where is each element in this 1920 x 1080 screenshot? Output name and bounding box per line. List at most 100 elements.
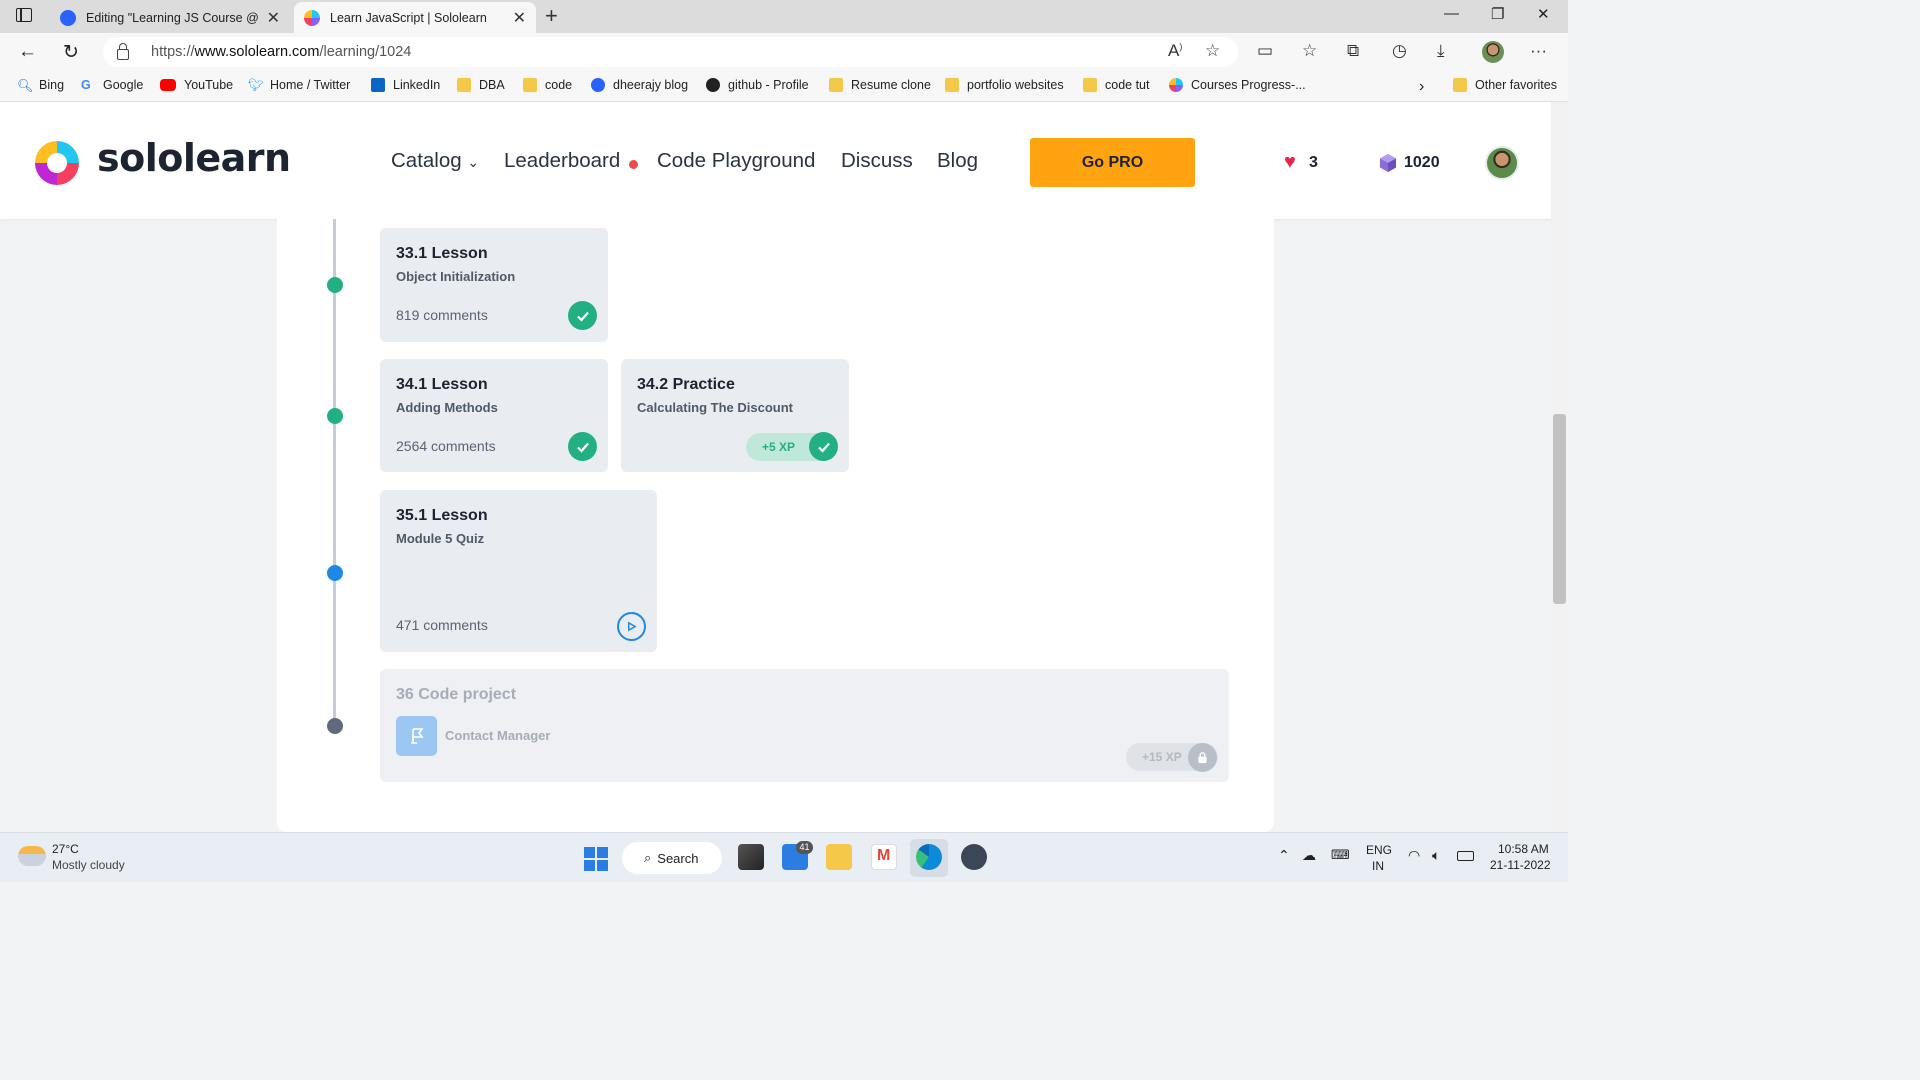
bookmark-dheerajy-blog[interactable]: dheerajy blog <box>591 78 688 92</box>
nav-catalog[interactable]: Catalog ⌄ <box>391 149 479 173</box>
favorites-bar: 🔍︎ Bing G Google YouTube 🐦︎ Home / Twitter … <box>0 71 1568 102</box>
folder-icon <box>523 78 537 92</box>
more-bookmarks-chevron-icon[interactable]: › <box>1419 78 1424 96</box>
nav-blog[interactable]: Blog <box>937 149 978 173</box>
lesson-subtitle: Object Initialization <box>396 269 516 284</box>
sololearn-logo-icon[interactable] <box>31 137 83 189</box>
tab-title: Editing "Learning JS Course @Sololearn" <box>86 10 259 25</box>
bookmark-code-tut[interactable]: code tut <box>1083 78 1149 92</box>
restore-icon[interactable]: ❐ <box>1491 5 1504 23</box>
practice-card-34-2[interactable]: 34.2 Practice Calculating The Discount +… <box>621 359 849 472</box>
folder-icon <box>829 78 843 92</box>
close-window-icon[interactable]: ✕ <box>1537 5 1550 23</box>
bits-gem-icon[interactable] <box>1379 153 1397 173</box>
bookmark-portfolio-websites[interactable]: portfolio websites <box>945 78 1064 92</box>
bookmark-dba[interactable]: DBA <box>457 78 505 92</box>
windows-start-icon[interactable] <box>584 847 608 871</box>
onedrive-cloud-icon[interactable]: ☁ <box>1302 847 1316 864</box>
lesson-card-34-1[interactable]: 34.1 Lesson Adding Methods 2564 comments <box>380 359 608 472</box>
weather-desc[interactable]: Mostly cloudy <box>52 858 125 872</box>
favorites-icon[interactable]: ☆ <box>1302 41 1317 61</box>
lock-icon <box>1188 743 1217 772</box>
profile-icon[interactable] <box>1482 41 1504 63</box>
bookmark-google[interactable]: G Google <box>81 78 143 92</box>
clock-date[interactable]: 21-11-2022 <box>1490 858 1551 872</box>
timeline-dot-current <box>327 565 343 581</box>
minimize-icon[interactable]: — <box>1444 5 1459 22</box>
close-tab-icon[interactable]: ✕ <box>267 8 280 28</box>
chevron-up-icon[interactable]: ⌃ <box>1278 847 1290 864</box>
refresh-icon[interactable]: ↻ <box>63 41 79 64</box>
lesson-title: 35.1 Lesson <box>396 507 488 524</box>
timeline-dot-locked <box>327 718 343 734</box>
back-icon[interactable]: ← <box>18 41 37 63</box>
tab-learn-javascript[interactable]: Learn JavaScript | Sololearn ✕ <box>294 2 536 33</box>
language-primary[interactable]: ENG <box>1366 843 1392 857</box>
history-icon[interactable]: ◷ <box>1392 41 1407 61</box>
taskbar-search[interactable]: ⌕ Search <box>622 842 722 874</box>
project-subtitle: Contact Manager <box>445 728 551 743</box>
collections-icon[interactable]: ⧉ <box>1347 41 1359 61</box>
wifi-icon[interactable]: ◠ <box>1408 847 1420 864</box>
bookmark-youtube[interactable]: YouTube <box>160 78 233 92</box>
sololearn-icon <box>1169 78 1183 92</box>
keyboard-icon[interactable]: ⌨ <box>1331 847 1350 863</box>
logo-wordmark[interactable]: sololearn <box>97 136 291 180</box>
comments-count[interactable]: 819 comments <box>396 307 488 323</box>
bookmark-courses-progress[interactable]: Courses Progress-... <box>1169 78 1306 92</box>
new-tab-icon[interactable]: + <box>545 3 558 29</box>
notification-dot <box>629 160 638 169</box>
bookmark-bing[interactable]: 🔍︎ Bing <box>17 78 64 93</box>
timeline-dot-completed <box>327 408 343 424</box>
weather-cloud-icon[interactable] <box>18 846 46 866</box>
user-avatar[interactable] <box>1485 146 1519 180</box>
url-field[interactable]: https://www.sololearn.com/learning/1024 <box>103 37 1238 67</box>
volume-icon[interactable]: 🔈︎ <box>1432 847 1440 864</box>
clock-time[interactable]: 10:58 AM <box>1498 842 1549 856</box>
nav-code-playground[interactable]: Code Playground <box>657 149 815 173</box>
read-aloud-icon[interactable]: A) <box>1168 41 1182 61</box>
gems-count: 1020 <box>1404 154 1440 171</box>
flag-icon <box>396 716 437 756</box>
file-explorer-icon[interactable] <box>826 844 852 870</box>
battery-icon[interactable] <box>1457 851 1474 861</box>
nav-discuss[interactable]: Discuss <box>841 149 913 173</box>
hashnode-favicon-icon <box>60 9 76 26</box>
settings-more-icon[interactable]: ··· <box>1530 41 1547 61</box>
tab-actions-icon[interactable] <box>16 8 32 22</box>
twitter-icon: 🐦︎ <box>248 78 264 92</box>
comments-count[interactable]: 471 comments <box>396 617 488 633</box>
downloads-icon[interactable]: ⤓ <box>1437 41 1445 61</box>
chevron-down-icon: ⌄ <box>467 154 480 170</box>
close-tab-icon[interactable]: ✕ <box>513 8 526 28</box>
add-favorite-icon[interactable]: ☆ <box>1205 41 1220 61</box>
bookmark-resume-clone[interactable]: Resume clone <box>829 78 931 92</box>
play-icon[interactable] <box>617 612 646 641</box>
go-pro-button[interactable]: Go PRO <box>1030 138 1195 187</box>
heart-icon[interactable]: ♥ <box>1284 151 1296 174</box>
bookmark-code[interactable]: code <box>523 78 572 92</box>
bookmark-github-profile[interactable]: github - Profile <box>706 78 809 92</box>
google-icon: G <box>81 78 91 92</box>
lesson-card-35-1[interactable]: 35.1 Lesson Module 5 Quiz 471 comments <box>380 490 657 652</box>
hashnode-icon <box>591 78 605 92</box>
sololearn-favicon-icon <box>304 9 320 26</box>
settings-gear-icon[interactable] <box>961 844 987 870</box>
scrollbar-thumb[interactable] <box>1553 414 1566 604</box>
weather-temp[interactable]: 27°C <box>52 842 79 856</box>
folder-icon <box>1453 78 1467 92</box>
bookmark-twitter[interactable]: 🐦︎ Home / Twitter <box>248 78 350 92</box>
language-region[interactable]: IN <box>1372 859 1384 873</box>
edge-browser-icon[interactable] <box>916 844 942 870</box>
windows-taskbar: 27°C Mostly cloudy ⌕ Search 41 M ⌃ ☁ ⌨ EN… <box>0 832 1568 882</box>
tab-strip: Editing "Learning JS Course @Sololearn" … <box>0 0 1568 33</box>
bookmark-other-favorites[interactable]: Other favorites <box>1453 78 1557 92</box>
comments-count[interactable]: 2564 comments <box>396 438 496 454</box>
cast-icon[interactable]: ▭ <box>1257 41 1273 61</box>
bookmark-linkedin[interactable]: LinkedIn <box>371 78 440 92</box>
nav-leaderboard[interactable]: Leaderboard <box>504 149 620 173</box>
lesson-card-33-1[interactable]: 33.1 Lesson Object Initialization 819 co… <box>380 228 608 342</box>
gmail-icon[interactable]: M <box>871 844 897 870</box>
tab-editing-course[interactable]: Editing "Learning JS Course @Sololearn" … <box>50 2 290 33</box>
task-view-icon[interactable] <box>738 844 764 870</box>
